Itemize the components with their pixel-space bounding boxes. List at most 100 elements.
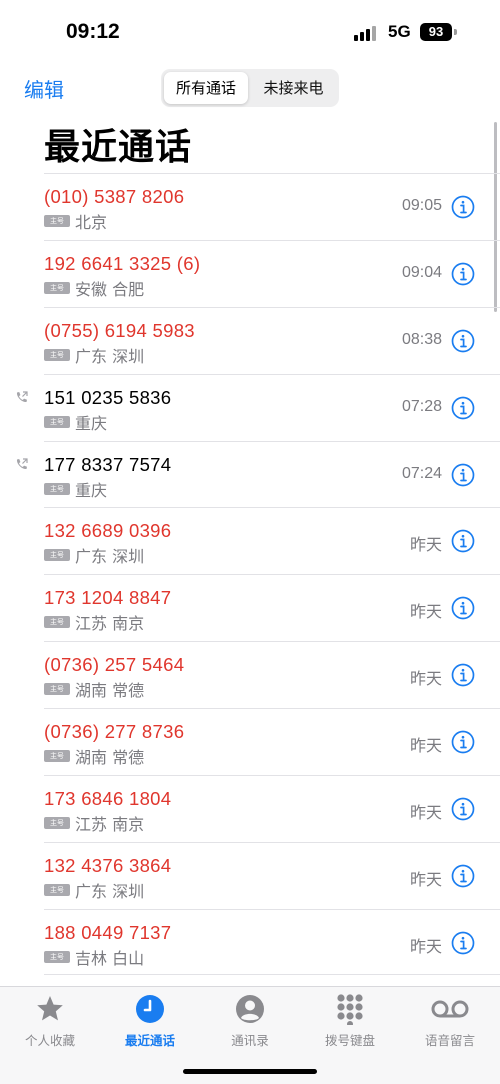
caller-location: 重庆 [75, 480, 108, 500]
call-time: 昨天 [409, 871, 442, 889]
caller-number: 192 6641 3325 (6) [44, 252, 201, 274]
line-tag-badge: 主号 [44, 750, 70, 763]
line-tag-badge: 主号 [44, 883, 70, 896]
caller-number: 132 6689 0396 [44, 520, 172, 542]
line-tag-badge: 主号 [44, 683, 70, 696]
caller-number: (0736) 277 8736 [44, 721, 185, 743]
status-time: 09:12 [66, 20, 120, 43]
tab-contacts[interactable]: 通讯录 [200, 993, 300, 1049]
star-icon [37, 996, 63, 1021]
caller-number: 177 8337 7574 [44, 453, 172, 475]
call-time: 昨天 [409, 537, 442, 555]
info-icon[interactable] [451, 463, 475, 487]
info-icon[interactable] [451, 931, 475, 955]
line-tag-badge: 主号 [44, 415, 70, 428]
call-row[interactable]: (0736) 277 8736 主号 湖南 常德 昨天 [0, 708, 500, 775]
line-tag-badge: 主号 [44, 950, 70, 963]
line-tag-badge: 主号 [44, 549, 70, 562]
call-filter-segmented-control: 所有通话 未接来电 [161, 69, 339, 107]
tab-label: 个人收藏 [24, 1033, 75, 1048]
line-tag-badge: 主号 [44, 215, 70, 227]
caller-number: 173 6846 1804 [44, 788, 172, 810]
info-icon[interactable] [451, 529, 475, 553]
caller-location: 重庆 [75, 413, 108, 433]
tab-label: 拨号键盘 [324, 1033, 375, 1048]
call-row[interactable]: 188 0449 7137 主号 吉林 白山 昨天 [0, 908, 500, 976]
edit-button[interactable]: 编辑 [24, 74, 64, 103]
call-time: 昨天 [409, 738, 442, 756]
signal-icon [354, 25, 380, 41]
caller-location: 广东 深圳 [75, 881, 145, 901]
info-icon[interactable] [451, 195, 475, 219]
call-time: 09:04 [401, 263, 442, 281]
call-row[interactable]: 132 4376 3864 主号 广东 深圳 昨天 [0, 841, 500, 909]
caller-number: (0736) 257 5464 [44, 654, 185, 676]
caller-number: 173 1204 8847 [44, 587, 172, 609]
info-icon[interactable] [451, 262, 475, 286]
caller-location: 江苏 南京 [75, 614, 145, 634]
outgoing-call-icon [16, 391, 28, 402]
info-icon[interactable] [451, 864, 475, 888]
call-row[interactable]: (010) 5387 8206 主号 北京 09:05 [0, 173, 500, 240]
tab-recents[interactable]: 最近通话 [100, 993, 200, 1049]
call-time: 09:05 [401, 197, 442, 214]
caller-location: 湖南 常德 [75, 748, 145, 768]
tab-favorites[interactable]: 个人收藏 [0, 993, 100, 1049]
call-row[interactable]: 173 6846 1804 主号 江苏 南京 昨天 [0, 775, 500, 842]
caller-location: 安徽 合肥 [75, 279, 145, 299]
caller-number: 132 4376 3864 [44, 854, 172, 876]
line-tag-badge: 主号 [44, 616, 70, 629]
call-time: 07:24 [401, 464, 442, 482]
battery-icon: 93 [420, 23, 452, 41]
call-time: 昨天 [409, 805, 442, 823]
call-row[interactable]: 177 8337 7574 主号 重庆 07:24 [0, 440, 500, 508]
caller-location: 广东 深圳 [75, 346, 145, 366]
caller-location: 广东 深圳 [75, 547, 145, 567]
status-bar: 09:12 5G 93 [0, 0, 500, 64]
line-tag-badge: 主号 [44, 348, 70, 361]
line-tag-badge: 主号 [44, 817, 70, 830]
caller-location: 湖南 常德 [75, 681, 145, 701]
call-time: 昨天 [409, 671, 442, 689]
call-row[interactable]: 151 0235 5836 主号 重庆 07:28 [0, 373, 500, 441]
tab-voicemail[interactable]: 语音留言 [400, 993, 500, 1049]
info-icon[interactable] [451, 663, 475, 687]
caller-location: 江苏 南京 [75, 815, 145, 835]
info-icon[interactable] [451, 396, 475, 420]
tab-keypad[interactable]: 拨号键盘 [300, 993, 400, 1049]
caller-number: 188 0449 7137 [44, 921, 172, 943]
recent-calls-list: (010) 5387 8206 主号 北京 09:05 192 6641 3325 (6… [0, 173, 500, 976]
network-type: 5G [388, 22, 411, 41]
info-icon[interactable] [451, 797, 475, 821]
call-row[interactable]: 173 1204 8847 主号 江苏 南京 昨天 [0, 574, 500, 641]
info-icon[interactable] [451, 596, 475, 620]
line-tag-badge: 主号 [44, 482, 70, 495]
call-row[interactable]: (0736) 257 5464 主号 湖南 常德 昨天 [0, 641, 500, 708]
call-row[interactable]: 132 6689 0396 主号 广东 深圳 昨天 [0, 507, 500, 574]
tab-label: 语音留言 [424, 1033, 475, 1048]
battery-tip [454, 29, 457, 35]
home-indicator [183, 1069, 317, 1074]
segment-missed-calls[interactable]: 未接来电 [251, 72, 336, 104]
caller-number: (010) 5387 8206 [44, 186, 185, 207]
voicemail-icon [431, 1000, 469, 1018]
info-icon[interactable] [451, 730, 475, 754]
keypad-icon [337, 994, 363, 1025]
info-icon[interactable] [451, 329, 475, 353]
outgoing-call-icon [16, 457, 28, 469]
segment-all-calls[interactable]: 所有通话 [164, 72, 248, 104]
tab-label: 通讯录 [231, 1033, 269, 1048]
page-title: 最近通话 [44, 127, 193, 168]
call-time: 昨天 [409, 938, 442, 956]
call-time: 08:38 [401, 330, 442, 348]
call-row[interactable]: 192 6641 3325 (6) 主号 安徽 合肥 09:04 [0, 239, 500, 307]
clock-icon [136, 995, 164, 1023]
caller-number: (0755) 6194 5983 [44, 319, 195, 341]
contacts-icon [236, 995, 264, 1023]
caller-location: 吉林 白山 [75, 948, 145, 968]
call-row[interactable]: (0755) 6194 5983 主号 广东 深圳 08:38 [0, 306, 500, 374]
tab-label: 最近通话 [124, 1033, 175, 1048]
call-time: 07:28 [401, 397, 442, 415]
line-tag-badge: 主号 [44, 281, 70, 294]
call-time: 昨天 [409, 604, 442, 622]
